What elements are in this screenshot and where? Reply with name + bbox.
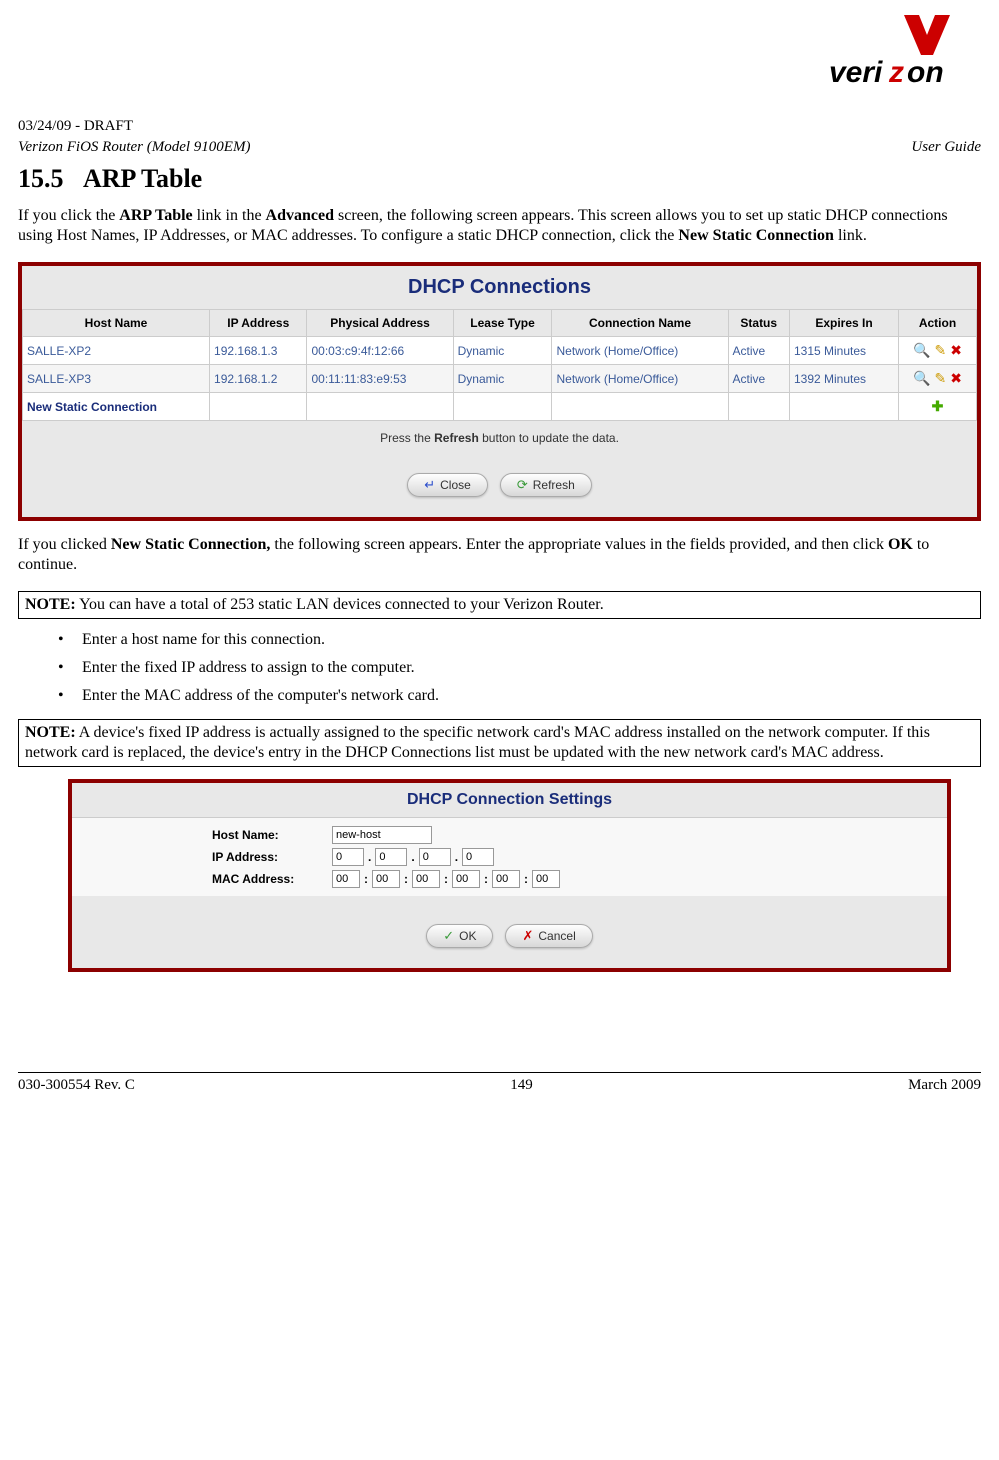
cancel-x-icon: ✗ bbox=[522, 928, 533, 944]
dhcp-connections-table: Host Name IP Address Physical Address Le… bbox=[22, 309, 977, 421]
svg-text:on: on bbox=[907, 56, 944, 89]
ip-octet-3-input[interactable] bbox=[419, 848, 451, 866]
list-item: Enter a host name for this connection. bbox=[58, 631, 981, 649]
dhcp-settings-title: DHCP Connection Settings bbox=[407, 791, 612, 808]
ip-address-label: IP Address: bbox=[72, 850, 332, 864]
doc-type: User Guide bbox=[911, 139, 981, 156]
check-icon: ✓ bbox=[443, 928, 454, 944]
note-box-2: NOTE: A device's fixed IP address is act… bbox=[18, 719, 981, 767]
mac-octet-2-input[interactable] bbox=[372, 870, 400, 888]
svg-text:veri: veri bbox=[829, 56, 883, 89]
product-name: Verizon FiOS Router (Model 9100EM) bbox=[18, 139, 250, 156]
dhcp-connections-title: DHCP Connections bbox=[408, 276, 591, 298]
mac-octet-5-input[interactable] bbox=[492, 870, 520, 888]
new-static-connection-link[interactable]: New Static Connection bbox=[23, 393, 210, 421]
col-physical-address: Physical Address bbox=[307, 310, 453, 337]
view-icon[interactable]: 🔍 bbox=[913, 370, 930, 387]
host-name-label: Host Name: bbox=[72, 828, 332, 842]
edit-icon[interactable]: ✎ bbox=[934, 370, 946, 387]
col-action: Action bbox=[899, 310, 977, 337]
ip-octet-2-input[interactable] bbox=[375, 848, 407, 866]
mac-octet-1-input[interactable] bbox=[332, 870, 360, 888]
ip-octet-1-input[interactable] bbox=[332, 848, 364, 866]
bullet-list: Enter a host name for this connection. E… bbox=[18, 631, 981, 705]
verizon-logo: veri z on bbox=[789, 10, 969, 90]
view-icon[interactable]: 🔍 bbox=[913, 342, 930, 359]
close-button[interactable]: ↵ Close bbox=[407, 473, 488, 497]
footer-date: March 2009 bbox=[908, 1077, 981, 1094]
mac-octet-4-input[interactable] bbox=[452, 870, 480, 888]
refresh-icon: ⟳ bbox=[517, 477, 528, 493]
cancel-button[interactable]: ✗ Cancel bbox=[505, 924, 592, 948]
col-connection-name: Connection Name bbox=[552, 310, 728, 337]
add-icon[interactable]: ✚ bbox=[932, 398, 944, 415]
col-status: Status bbox=[728, 310, 789, 337]
svg-text:z: z bbox=[888, 56, 904, 89]
mac-octet-3-input[interactable] bbox=[412, 870, 440, 888]
col-host-name: Host Name bbox=[23, 310, 210, 337]
dhcp-settings-screenshot: DHCP Connection Settings Host Name: IP A… bbox=[68, 779, 951, 972]
note-box-1: NOTE: You can have a total of 253 static… bbox=[18, 591, 981, 619]
footer-page-number: 149 bbox=[510, 1077, 533, 1094]
col-expires-in: Expires In bbox=[789, 310, 898, 337]
list-item: Enter the MAC address of the computer's … bbox=[58, 687, 981, 705]
intro-paragraph-2: If you clicked New Static Connection, th… bbox=[18, 535, 981, 575]
list-item: Enter the fixed IP address to assign to … bbox=[58, 659, 981, 677]
new-static-connection-row: New Static Connection ✚ bbox=[23, 393, 977, 421]
delete-icon[interactable]: ✖ bbox=[950, 370, 962, 387]
footer: 030-300554 Rev. C 149 March 2009 bbox=[18, 1072, 981, 1094]
refresh-message: Press the Refresh button to update the d… bbox=[22, 421, 977, 455]
dhcp-connections-screenshot: DHCP Connections Host Name IP Address Ph… bbox=[18, 262, 981, 521]
section-heading: 15.5 ARP Table bbox=[18, 164, 981, 194]
draft-line: 03/24/09 - DRAFT bbox=[18, 118, 981, 135]
table-row: SALLE-XP2 192.168.1.3 00:03:c9:4f:12:66 … bbox=[23, 337, 977, 365]
edit-icon[interactable]: ✎ bbox=[934, 342, 946, 359]
mac-octet-6-input[interactable] bbox=[532, 870, 560, 888]
delete-icon[interactable]: ✖ bbox=[950, 342, 962, 359]
header-row: Verizon FiOS Router (Model 9100EM) User … bbox=[18, 139, 981, 156]
intro-paragraph-1: If you click the ARP Table link in the A… bbox=[18, 206, 981, 246]
refresh-button[interactable]: ⟳ Refresh bbox=[500, 473, 592, 497]
footer-doc-rev: 030-300554 Rev. C bbox=[18, 1077, 135, 1094]
col-lease-type: Lease Type bbox=[453, 310, 552, 337]
ip-octet-4-input[interactable] bbox=[462, 848, 494, 866]
mac-address-label: MAC Address: bbox=[72, 872, 332, 886]
table-row: SALLE-XP3 192.168.1.2 00:11:11:83:e9:53 … bbox=[23, 365, 977, 393]
col-ip-address: IP Address bbox=[210, 310, 307, 337]
ok-button[interactable]: ✓ OK bbox=[426, 924, 493, 948]
close-arrow-icon: ↵ bbox=[424, 477, 435, 493]
host-name-input[interactable] bbox=[332, 826, 432, 844]
